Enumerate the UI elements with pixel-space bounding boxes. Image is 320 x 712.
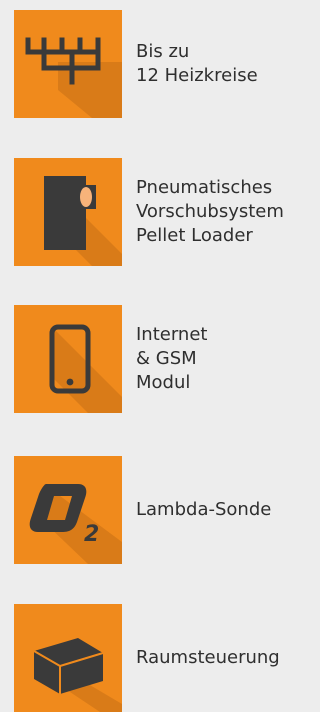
smartphone-icon	[49, 324, 122, 413]
feature-line: Lambda-Sonde	[136, 499, 272, 520]
heating-circuits-icon	[25, 37, 122, 118]
lambda-sensor-icon: 2	[29, 484, 122, 564]
feature-line: & GSM	[136, 348, 197, 369]
feature-pellet-loader: Pneumatisches Vorschubsystem Pellet Load…	[14, 158, 306, 266]
feature-line: Vorschubsystem	[136, 201, 284, 222]
feature-line: Pneumatisches	[136, 177, 273, 198]
feature-internet-gsm: Internet & GSM Modul	[14, 305, 306, 413]
feature-lambda-sonde: 2 Lambda-Sonde	[14, 456, 306, 564]
feature-line: Raumsteuerung	[136, 647, 280, 668]
feature-line: Pellet Loader	[136, 225, 253, 246]
feature-line: Bis zu	[136, 41, 190, 62]
pellet-loader-label: Pneumatisches Vorschubsystem Pellet Load…	[136, 158, 284, 266]
raumsteuerung-label: Raumsteuerung	[136, 604, 280, 712]
feature-line: 12 Heizkreise	[136, 65, 258, 86]
heating-circuits-tile	[14, 10, 122, 118]
pellet-loader-tile	[14, 158, 122, 266]
room-control-icon	[33, 638, 122, 712]
feature-heating-circuits: Bis zu 12 Heizkreise	[14, 10, 306, 118]
internet-gsm-label: Internet & GSM Modul	[136, 305, 207, 413]
feature-line: Modul	[136, 372, 191, 393]
raumsteuerung-tile	[14, 604, 122, 712]
feature-line: Internet	[136, 324, 208, 345]
pellet-loader-icon	[44, 176, 122, 266]
lambda-sonde-label: Lambda-Sonde	[136, 456, 271, 564]
heating-circuits-label: Bis zu 12 Heizkreise	[136, 10, 258, 118]
svg-text:2: 2	[84, 522, 99, 547]
feature-raumsteuerung: Raumsteuerung	[14, 604, 306, 712]
internet-gsm-tile	[14, 305, 122, 413]
lambda-sonde-tile: 2	[14, 456, 122, 564]
